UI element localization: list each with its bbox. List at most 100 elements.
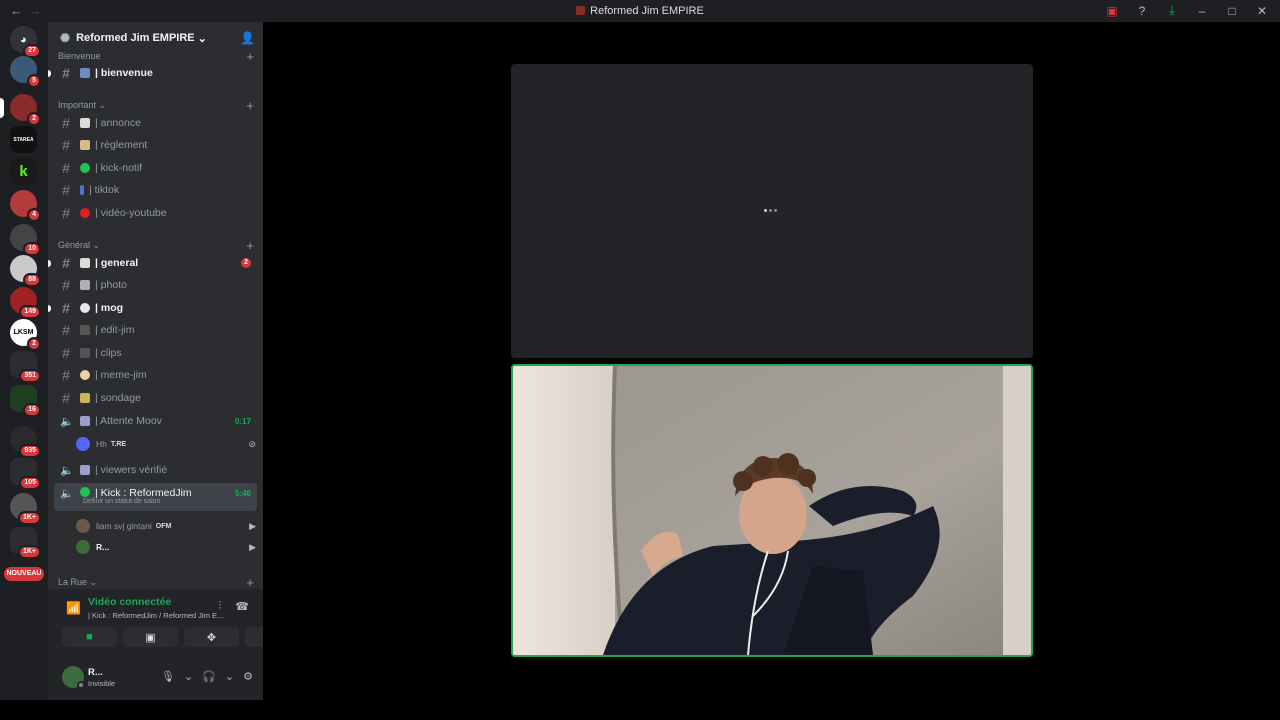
camera-icon [80,280,90,290]
guild-sidebar: ◕ 27 5 2 STAREA k 4 10 88 149 LKSM 2 351 1… [0,22,48,700]
channel-label: | viewers vérifié [95,464,168,476]
guild-label: STAREA [13,136,34,143]
voice-channel-viewers-verifie[interactable]: 🔈 | viewers vérifié [54,459,257,481]
guild-7[interactable]: 10 [10,224,41,256]
microphone-icon[interactable]: 🎙 [161,670,175,683]
voice-user-hh[interactable]: Hh T.RE ⊘ [76,435,256,453]
chevron-down-icon[interactable]: ⌄ [225,670,234,683]
guild-badge: 16 [23,403,41,417]
category-label: Bienvenue [58,51,101,61]
channel-label: | meme-jim [95,369,147,381]
category-bienvenue[interactable]: Bienvenue + [58,49,254,64]
guild-direct-messages[interactable]: ◕ 27 [10,26,41,58]
forward-arrow-icon[interactable]: → [29,3,42,18]
back-arrow-icon[interactable]: ← [10,3,23,18]
guild-13[interactable]: 935 [10,426,41,458]
guild-folder-3[interactable]: 1K+ [10,527,41,559]
guild-lksm[interactable]: LKSM 2 [10,319,41,351]
signal-icon[interactable]: 📶 [66,601,81,615]
headphones-icon[interactable]: 🎧 [202,670,216,683]
channel-label: | tiktok [89,184,120,196]
channel-bienvenue[interactable]: # | bienvenue [48,62,257,84]
voice-user-name: R... [96,542,110,552]
category-general[interactable]: Général ⌄ + [58,238,254,253]
channel-clips[interactable]: # | clips [54,342,257,364]
settings-gear-icon[interactable]: ⚙ [243,670,253,683]
voice-timer: 5:46 [234,489,251,498]
channel-label: | general [95,257,139,269]
voice-channel-attente-moov[interactable]: 🔈 | Attente Moov 0:17 [54,410,257,432]
channel-kick-notif[interactable]: # | kick-notif [54,157,257,179]
channel-tiktok[interactable]: # | tiktok [54,179,257,201]
screen-share-icon[interactable]: ▣ [1104,4,1120,18]
minimize-icon[interactable]: – [1194,4,1210,18]
voice-user-name: liam svj gintani [96,521,152,531]
channel-label: | kick-notif [95,162,143,174]
guild-9[interactable]: 149 [10,287,41,319]
category-la-rue[interactable]: La Rue ⌄ + [58,575,254,590]
emoji-icon [80,465,90,475]
guild-badge: 5 [27,74,41,88]
guild-badge: 88 [23,273,41,287]
guild-folder-2[interactable]: 105 [10,458,41,490]
channel-label: | edit-jim [95,324,135,336]
clapper-icon [80,348,90,358]
camera-button[interactable]: ■ [62,627,117,647]
channel-edit-jim[interactable]: # | edit-jim [54,319,257,341]
video-tile-camera[interactable] [511,364,1033,657]
channel-meme-jim[interactable]: # | meme-jim [54,364,257,386]
activities-button[interactable]: ✥ [184,627,239,647]
category-important[interactable]: Important ⌄ + [58,98,254,113]
guild-3[interactable]: 2 [0,94,41,126]
channel-status[interactable]: Définir un statut de salon [83,498,160,505]
channel-mog[interactable]: # | mog [48,297,257,319]
add-channel-icon[interactable]: + [246,575,254,590]
hash-icon: # [62,255,70,271]
guild-6[interactable]: 4 [10,190,41,222]
disconnect-icon[interactable]: ☎ [235,600,249,613]
invite-icon[interactable]: 👤 [240,31,255,45]
skull-icon [80,303,90,313]
channel-annonce[interactable]: # | annonce [54,112,257,134]
help-icon[interactable]: ? [1134,4,1150,18]
guild-folder-1[interactable]: 351 [10,351,41,383]
voice-connected-status[interactable]: Vidéo connectée [88,596,171,608]
guild-12[interactable]: 16 [10,385,41,417]
guild-kick[interactable]: k [10,158,37,185]
red-circle-icon [80,208,90,218]
add-channel-icon[interactable]: + [246,98,254,113]
server-header[interactable]: ✺ Reformed Jim EMPIRE ⌄ 👤 [48,22,263,54]
add-channel-icon[interactable]: + [246,238,254,253]
voice-user-r[interactable]: R... ▶ [76,538,256,556]
channel-photo[interactable]: # | photo [54,274,257,296]
channel-reglement[interactable]: # | règlement [54,134,257,156]
guild-starea[interactable]: STAREA [10,126,37,153]
screen-share-button[interactable]: ▣ [123,627,178,647]
video-camera-icon: ▶ [249,541,256,552]
window-title: Reformed Jim EMPIRE [590,5,704,17]
unread-indicator [48,304,51,312]
voice-channel-kick-reformedjim[interactable]: 🔈 | Kick : ReformedJim 5:46 Définir un stat… [54,483,257,511]
channel-sondage[interactable]: # | sondage [54,387,257,409]
video-tile-loading[interactable] [511,64,1033,358]
maximize-icon[interactable]: □ [1224,4,1240,18]
user-tag: OFM [155,522,172,530]
voice-user-name: Hh [96,439,107,449]
user-name[interactable]: R... [88,667,103,678]
guild-2[interactable]: 5 [10,56,41,88]
speaker-icon: 🔈 [60,488,74,500]
video-stage [263,22,1280,700]
hash-icon: # [62,65,70,81]
voice-user-liam[interactable]: liam svj gintani OFM ▶ [76,517,256,535]
nouveau-badge[interactable]: NOUVEAU [4,567,44,581]
channel-general[interactable]: # | general 2 [48,252,257,274]
megaphone-icon [80,118,90,128]
download-icon[interactable]: ⤓ [1164,3,1180,18]
channel-video-youtube[interactable]: # | vidéo-youtube [54,202,257,224]
guild-8[interactable]: 88 [10,255,41,287]
noise-suppression-icon[interactable]: ⫶ [219,600,222,613]
chevron-down-icon[interactable]: ⌄ [184,670,193,683]
close-icon[interactable]: ✕ [1254,4,1270,18]
guild-15[interactable]: 1K+ [10,493,41,525]
screen-share-icon: ▣ [145,631,156,644]
